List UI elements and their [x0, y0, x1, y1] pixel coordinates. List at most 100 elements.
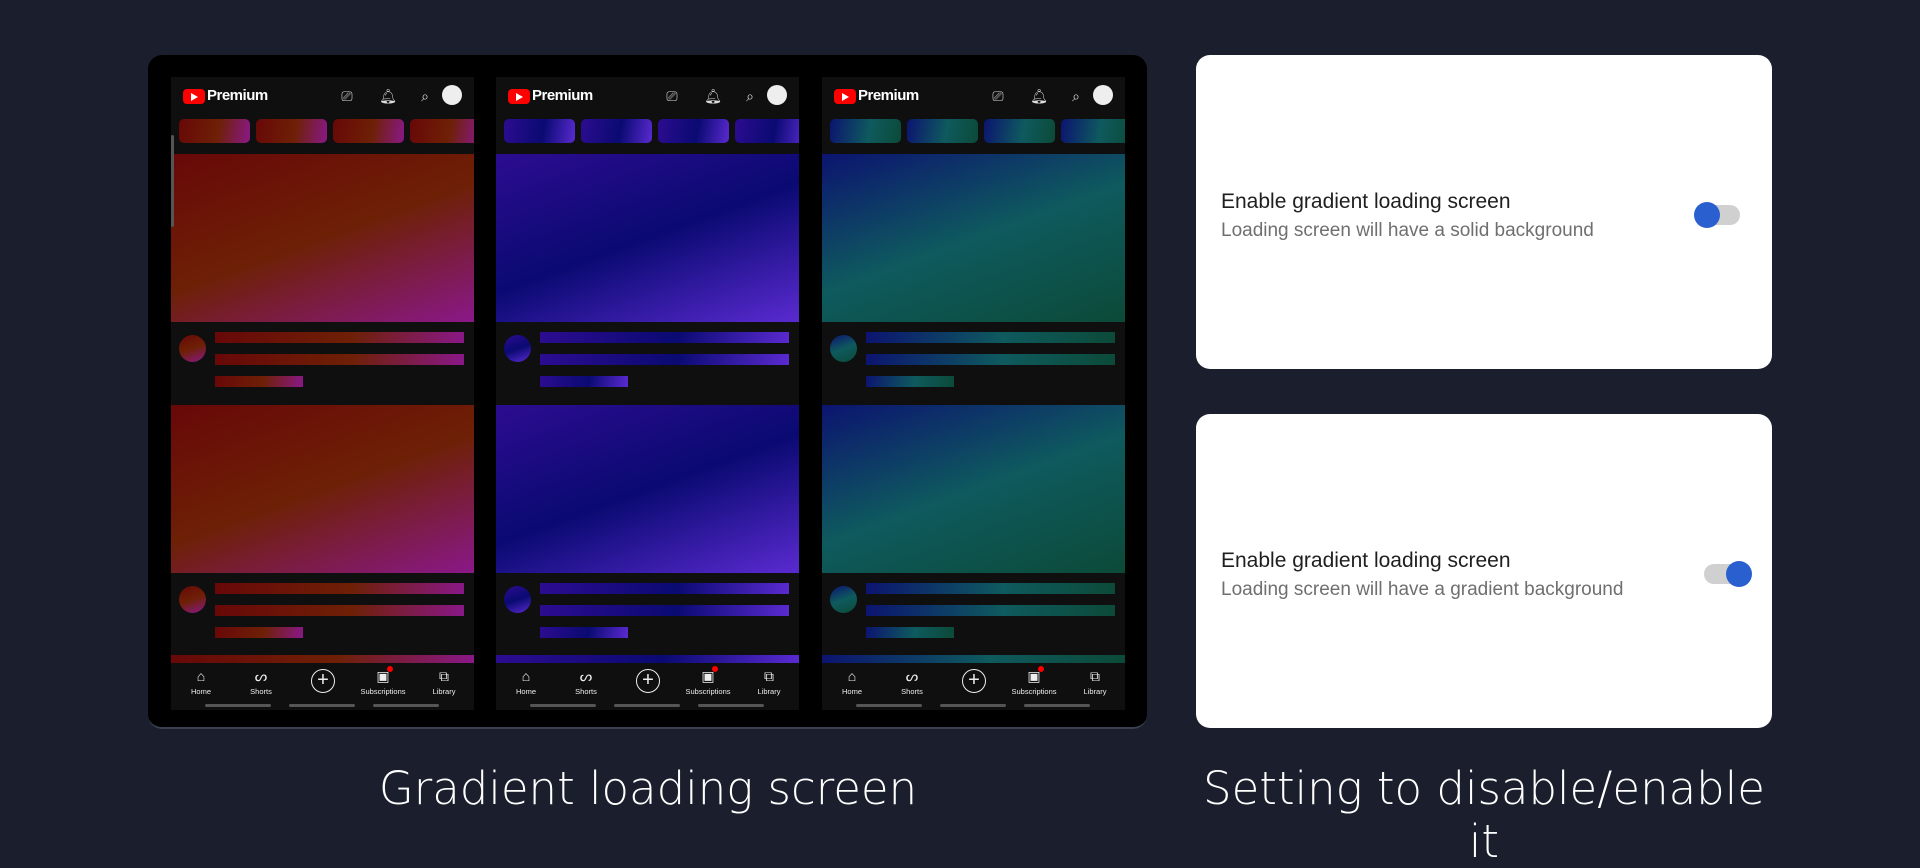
- chip-placeholder: [504, 119, 575, 143]
- nav-label: Home: [515, 687, 536, 696]
- nav-label: Library: [432, 687, 456, 696]
- nav-subscriptions[interactable]: ▣ Subscriptions: [1004, 667, 1064, 696]
- home-icon: ⌂: [521, 668, 531, 684]
- bell-icon[interactable]: 🔔︎: [379, 87, 397, 105]
- title-placeholder: [866, 605, 1115, 616]
- caption-right: Setting to disable/enable it: [1203, 762, 1765, 868]
- nav-subscriptions[interactable]: ▣ Subscriptions: [678, 667, 738, 696]
- search-icon[interactable]: ⌕: [741, 87, 759, 105]
- nav-home[interactable]: ⌂ Home: [171, 667, 231, 696]
- scrollbar[interactable]: [171, 135, 174, 227]
- gesture-bar: [205, 704, 271, 707]
- avatar[interactable]: [767, 85, 787, 105]
- nav-library[interactable]: ⧉ Library: [414, 667, 474, 696]
- nav-home[interactable]: ⌂ Home: [496, 667, 556, 696]
- cast-icon[interactable]: ⎚: [989, 87, 1007, 105]
- notification-dot: [712, 666, 718, 672]
- search-icon[interactable]: ⌕: [1067, 87, 1085, 105]
- notification-dot: [387, 666, 393, 672]
- app-header: Premium ⎚ 🔔︎ ⌕: [171, 77, 474, 115]
- thumbnail-placeholder: [171, 405, 474, 573]
- caption-left: Gradient loading screen: [378, 762, 918, 815]
- brand-label: Premium: [207, 87, 268, 104]
- thumbnail-placeholder: [822, 154, 1125, 322]
- create-plus-icon[interactable]: +: [636, 669, 660, 693]
- nav-shorts[interactable]: ᔕ Shorts: [882, 667, 942, 696]
- subscriptions-icon: ▣: [376, 668, 390, 684]
- title-placeholder: [540, 332, 789, 343]
- title-placeholder: [215, 332, 464, 343]
- search-icon[interactable]: ⌕: [416, 87, 434, 105]
- nav-subscriptions[interactable]: ▣ Subscriptions: [353, 667, 413, 696]
- nav-label: Library: [757, 687, 781, 696]
- brand-label: Premium: [858, 87, 919, 104]
- channel-avatar-placeholder: [830, 586, 857, 613]
- library-icon: ⧉: [764, 668, 774, 684]
- youtube-logo-icon: [183, 89, 205, 104]
- gesture-bar: [698, 704, 764, 707]
- chip-placeholder: [907, 119, 978, 143]
- chip-placeholder: [830, 119, 901, 143]
- avatar[interactable]: [442, 85, 462, 105]
- gradient-toggle-on[interactable]: [1704, 561, 1752, 587]
- thumbnail-placeholder: [171, 655, 474, 663]
- nav-label: Subscriptions: [360, 687, 406, 696]
- shorts-icon: ᔕ: [254, 668, 268, 684]
- title-placeholder: [540, 605, 789, 616]
- title-placeholder: [215, 583, 464, 594]
- meta-placeholder: [215, 376, 303, 387]
- thumbnail-placeholder: [171, 154, 474, 322]
- avatar[interactable]: [1093, 85, 1113, 105]
- shorts-icon: ᔕ: [905, 668, 919, 684]
- cast-icon[interactable]: ⎚: [663, 87, 681, 105]
- title-placeholder: [215, 354, 464, 365]
- chip-placeholder: [410, 119, 474, 143]
- library-icon: ⧉: [439, 668, 449, 684]
- chip-placeholder: [1061, 119, 1125, 143]
- nav-shorts[interactable]: ᔕ Shorts: [556, 667, 616, 696]
- brand-label: Premium: [532, 87, 593, 104]
- gesture-bar: [373, 704, 439, 707]
- nav-home[interactable]: ⌂ Home: [822, 667, 882, 696]
- setting-card-disabled: Enable gradient loading screen Loading s…: [1196, 55, 1772, 369]
- meta-placeholder: [866, 376, 954, 387]
- home-icon: ⌂: [196, 668, 206, 684]
- toggle-knob: [1726, 561, 1752, 587]
- phone-screen-blue: Premium ⎚ 🔔︎ ⌕ ⌂ Home ᔕ Shorts + ▣ Subscrip…: [496, 77, 799, 710]
- app-header: Premium ⎚ 🔔︎ ⌕: [822, 77, 1125, 115]
- bottom-nav: ⌂ Home ᔕ Shorts + ▣ Subscriptions ⧉ Library: [822, 663, 1125, 710]
- gesture-bar: [530, 704, 596, 707]
- nav-library[interactable]: ⧉ Library: [1065, 667, 1125, 696]
- channel-avatar-placeholder: [179, 586, 206, 613]
- nav-label: Shorts: [901, 687, 923, 696]
- channel-avatar-placeholder: [504, 586, 531, 613]
- meta-placeholder: [540, 627, 628, 638]
- nav-label: Subscriptions: [1011, 687, 1057, 696]
- cast-icon[interactable]: ⎚: [338, 87, 356, 105]
- create-plus-icon[interactable]: +: [962, 669, 986, 693]
- meta-placeholder: [866, 627, 954, 638]
- nav-label: Library: [1083, 687, 1107, 696]
- setting-title: Enable gradient loading screen: [1221, 190, 1511, 213]
- thumbnail-placeholder: [496, 154, 799, 322]
- phone-screen-teal: Premium ⎚ 🔔︎ ⌕ ⌂ Home ᔕ Shorts + ▣ Subscrip…: [822, 77, 1125, 710]
- bell-icon[interactable]: 🔔︎: [1030, 87, 1048, 105]
- title-placeholder: [866, 332, 1115, 343]
- subscriptions-icon: ▣: [701, 668, 715, 684]
- library-icon: ⧉: [1090, 668, 1100, 684]
- create-plus-icon[interactable]: +: [311, 669, 335, 693]
- title-placeholder: [866, 583, 1115, 594]
- nav-label: Shorts: [250, 687, 272, 696]
- chip-placeholder: [179, 119, 250, 143]
- gradient-toggle-off[interactable]: [1694, 202, 1740, 228]
- thumbnail-placeholder: [822, 405, 1125, 573]
- nav-label: Subscriptions: [685, 687, 731, 696]
- youtube-logo-icon: [508, 89, 530, 104]
- subscriptions-icon: ▣: [1027, 668, 1041, 684]
- setting-title: Enable gradient loading screen: [1221, 549, 1511, 572]
- home-icon: ⌂: [847, 668, 857, 684]
- nav-shorts[interactable]: ᔕ Shorts: [231, 667, 291, 696]
- nav-library[interactable]: ⧉ Library: [739, 667, 799, 696]
- bell-icon[interactable]: 🔔︎: [704, 87, 722, 105]
- title-placeholder: [540, 354, 789, 365]
